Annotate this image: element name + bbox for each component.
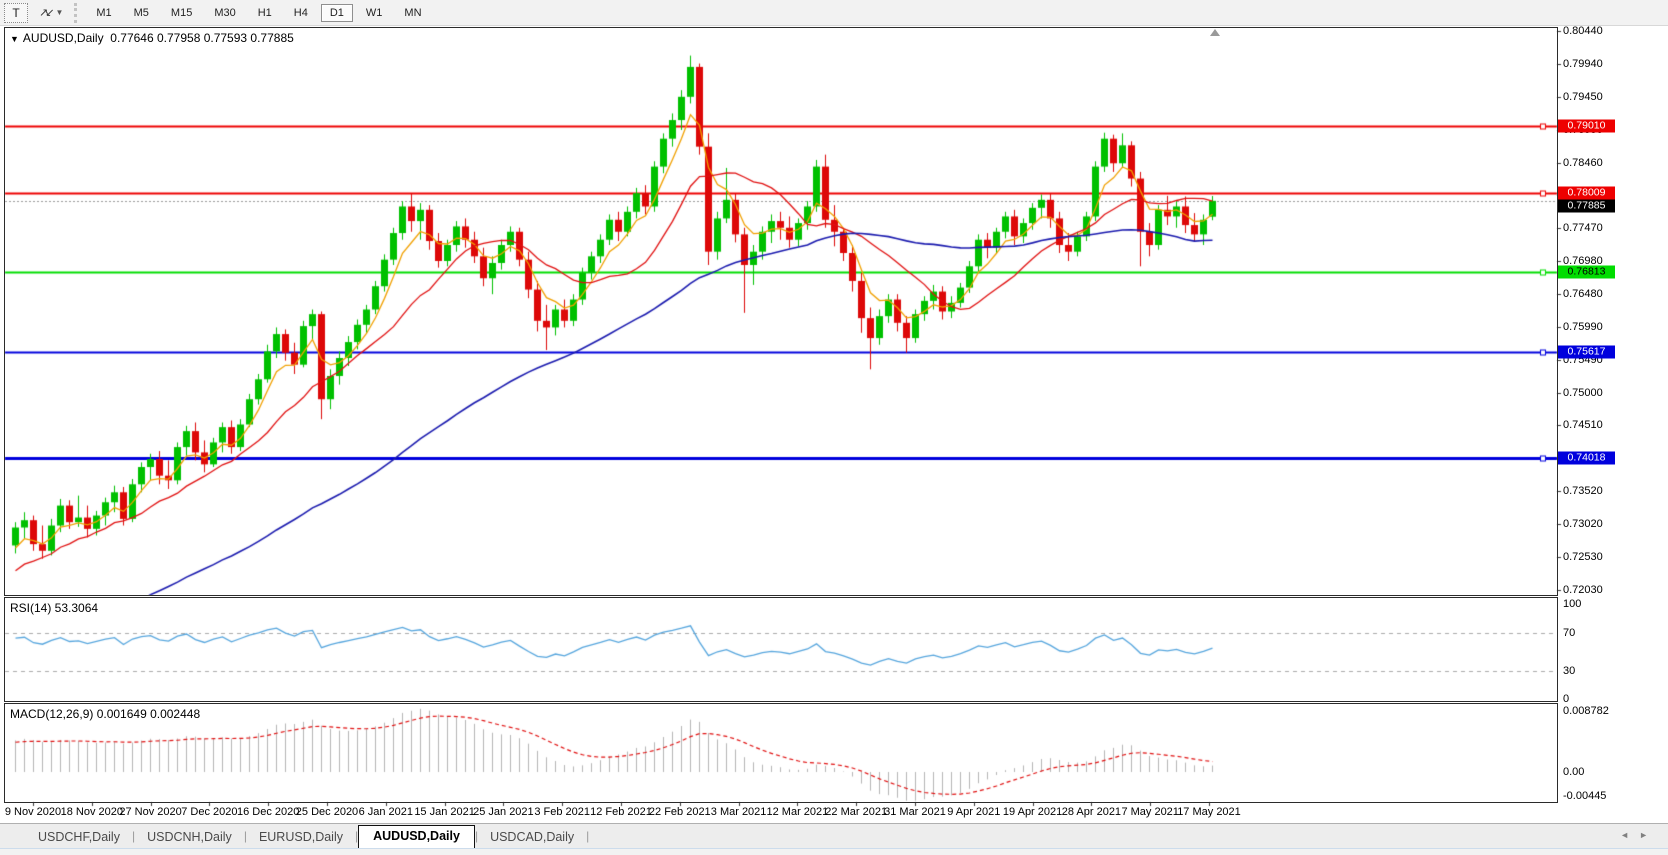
timeframe-button-m5[interactable]: M5 (125, 4, 158, 22)
window-bottom-strip (0, 848, 1668, 855)
hline-price-badge[interactable]: 0.74018 (1558, 451, 1615, 465)
price-axis-tick: 0.72530 (1563, 550, 1603, 563)
date-axis-label: 17 May 2021 (1177, 806, 1241, 818)
chart-title: ▼ AUDUSD,Daily 0.77646 0.77958 0.77593 0.… (10, 31, 294, 45)
hline-price-badge[interactable]: 0.78009 (1558, 186, 1615, 200)
symbol-tabs: USDCHF,Daily | USDCNH,Daily | EURUSD,Daily | A… (26, 823, 589, 848)
collapse-arrow-icon[interactable]: ▼ (10, 34, 19, 44)
ohlc-readout: 0.77646 0.77958 0.77593 0.77885 (110, 31, 294, 45)
timeframe-group: M1 M5 M15 M30 H1 H4 D1 W1 MN (85, 3, 432, 22)
timeframe-button-h1[interactable]: H1 (249, 4, 281, 22)
price-axis-tick: 0.80440 (1563, 25, 1603, 37)
price-axis-tick: 0.73020 (1563, 518, 1603, 531)
price-axis-tick: 0.76480 (1563, 288, 1603, 301)
tab-audusd[interactable]: AUDUSD,Daily (358, 825, 475, 848)
price-axis-tick: 0.79940 (1563, 58, 1603, 71)
rsi-axis-tick: 100 (1563, 598, 1582, 610)
chevron-down-icon: ▼ (55, 8, 64, 17)
tab-usdchf[interactable]: USDCHF,Daily (26, 827, 132, 848)
macd-axis-tick: 0.008782 (1563, 704, 1609, 717)
tab-usdcad[interactable]: USDCAD,Daily (478, 827, 586, 848)
toolbar-separator (74, 2, 79, 23)
price-axis-tick: 0.74510 (1563, 419, 1603, 432)
timeframe-button-w1[interactable]: W1 (357, 4, 392, 22)
tab-usdcnh[interactable]: USDCNH,Daily (135, 827, 244, 848)
timeframe-button-mn[interactable]: MN (395, 4, 430, 22)
tab-scroll-right-icon[interactable]: ► (1639, 830, 1658, 840)
price-axis-tick: 0.77470 (1563, 222, 1603, 235)
price-axis-tick: 0.75000 (1563, 386, 1603, 399)
tab-scroll-arrows[interactable]: ◄► (1620, 830, 1658, 840)
hline-price-badge[interactable]: 0.75617 (1558, 345, 1615, 359)
timeframe-button-m30[interactable]: M30 (205, 4, 244, 22)
macd-axis-tick: -0.00445 (1563, 790, 1607, 802)
timeframe-button-d1[interactable]: D1 (320, 3, 353, 22)
rsi-axis-tick: 70 (1563, 626, 1576, 639)
rsi-axis-tick: 0 (1563, 693, 1570, 705)
cursor-tool-icon: ↗↙ (39, 7, 55, 19)
price-axis-tick: 0.72030 (1563, 584, 1603, 596)
price-axis-tick: 0.79450 (1563, 90, 1603, 103)
chart-shift-marker-icon[interactable] (1210, 29, 1220, 36)
symbol-label: AUDUSD,Daily (22, 31, 104, 45)
text-tool-button[interactable]: T (4, 2, 28, 23)
current-price-badge: 0.77885 (1558, 199, 1615, 213)
rsi-indicator-label: RSI(14) 53.3064 (10, 601, 99, 615)
timeframe-button-m1[interactable]: M1 (87, 4, 120, 22)
rsi-axis-tick: 30 (1563, 664, 1576, 677)
timeframe-button-m15[interactable]: M15 (162, 4, 201, 22)
timeframe-button-h4[interactable]: H4 (285, 4, 317, 22)
tab-scroll-left-icon[interactable]: ◄ (1620, 830, 1639, 840)
top-toolbar: T ↗↙ ▼ M1 M5 M15 M30 H1 H4 D1 W1 MN (0, 0, 1668, 26)
application-window: T ↗↙ ▼ M1 M5 M15 M30 H1 H4 D1 W1 MN ▼ AUDUSD,Dail… (0, 0, 1668, 855)
macd-indicator-label: MACD(12,26,9) 0.001649 0.002448 (10, 707, 201, 721)
tab-eurusd[interactable]: EURUSD,Daily (247, 827, 355, 848)
hline-price-badge[interactable]: 0.79010 (1558, 119, 1615, 133)
cursor-tool-button[interactable]: ↗↙ ▼ (36, 3, 66, 23)
tab-separator: | (586, 829, 590, 843)
price-axis-tick: 0.75990 (1563, 320, 1603, 333)
price-axis-tick: 0.73520 (1563, 484, 1603, 497)
price-axis-tick: 0.78460 (1563, 156, 1603, 169)
hline-price-badge[interactable]: 0.76813 (1558, 265, 1615, 279)
macd-axis-tick: 0.00 (1563, 766, 1585, 778)
symbol-tab-bar: USDCHF,Daily | USDCNH,Daily | EURUSD,Daily | A… (0, 823, 1668, 848)
chart-canvas[interactable] (0, 0, 1668, 855)
